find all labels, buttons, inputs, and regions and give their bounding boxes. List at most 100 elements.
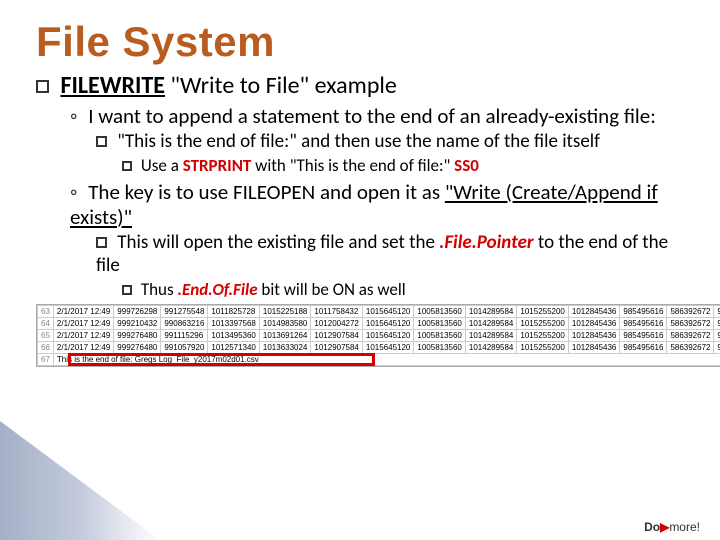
arrow-icon: ▶ [660,520,669,534]
row-timestamp: 2/1/2017 12:49 [53,306,113,318]
row-cell: 1013397568 [208,318,260,330]
cmd-filewrite: FILEWRITE [60,71,165,100]
text-mid: and open it as [315,179,445,205]
row-cell: 1014289584 [465,342,517,354]
var-endoffile: .End.Of.File [177,279,257,300]
row-cell: 1014983580 [259,318,311,330]
row-cell: 1014289584 [465,318,517,330]
row-cell: 1015645120 [362,330,414,342]
row-cell: 586392672 [667,306,714,318]
text-post: bit will be ON as well [258,279,406,300]
register-ss0: SS0 [454,155,479,176]
row-cell: 1012004272 [311,318,363,330]
row-timestamp: 2/1/2017 12:49 [53,330,113,342]
row-timestamp: 2/1/2017 12:49 [53,342,113,354]
cmd-strprint: STRPRINT [183,155,252,176]
bullet-text: "This is the end of file:" and then use … [117,130,600,153]
text-pre: The key is to use [88,179,233,205]
row-cell: 1015645120 [362,306,414,318]
row-cell: 999276480 [114,342,161,354]
row-cell: 978971584 [714,330,720,342]
row-cell: 1014289584 [465,306,517,318]
table-row: 662/1/2017 12:49999276480991057920101257… [38,342,720,354]
logo-do: Do [644,520,660,534]
bullet-end-of-file-string: "This is the end of file:" and then use … [96,131,684,154]
row-cell: 985495616 [620,330,667,342]
row-cell: 999276480 [114,330,161,342]
text-pre: Use a [141,155,183,176]
row-number: 67 [38,354,54,366]
bullet-filepointer: This will open the existing file and set… [96,232,684,278]
table-row: 652/1/2017 12:49999276480991115296101349… [38,330,720,342]
row-cell: 1005813560 [414,330,466,342]
square-bullet-icon [36,80,49,93]
row-cell: 1012845436 [568,342,620,354]
row-cell: 1015645120 [362,318,414,330]
row-cell: 978971584 [714,342,720,354]
row-cell: 978971584 [714,306,720,318]
row-cell: 978971584 [714,318,720,330]
circle-bullet-icon: ◦ [70,180,77,205]
square-bullet-icon [96,136,107,147]
row-cell: 1013495360 [208,330,260,342]
row-cell: 999210432 [114,318,161,330]
row-cell: 985495616 [620,306,667,318]
row-cell: 586392672 [667,342,714,354]
log-table: 632/1/2017 12:49999726298991275548101182… [36,304,720,367]
row-cell: 985495616 [620,342,667,354]
log-table-inner: 632/1/2017 12:49999726298991275548101182… [37,305,720,366]
square-bullet-icon [122,285,132,295]
text-mid: with "This is the end of file:" [251,155,454,176]
square-bullet-icon [96,237,107,248]
row-cell: 586392672 [667,330,714,342]
text-pre: This will open the existing file and set… [117,231,439,254]
row-cell: 1013633024 [259,342,311,354]
text-pre: Thus [141,279,178,300]
row-cell: 586392672 [667,318,714,330]
row-cell: 1015255200 [517,342,569,354]
row-cell: 991057920 [161,342,208,354]
row-cell: 1015645120 [362,342,414,354]
row-cell: 1014289584 [465,330,517,342]
table-row: 642/1/2017 12:49999210432990863216101339… [38,318,720,330]
table-row: 632/1/2017 12:49999726298991275548101182… [38,306,720,318]
row-timestamp: 2/1/2017 12:49 [53,318,113,330]
row-cell: 1012845436 [568,318,620,330]
square-bullet-icon [122,161,132,171]
bullet-append-intent: ◦ I want to append a statement to the en… [70,104,684,129]
headline-line: FILEWRITE "Write to File" example [36,72,684,100]
row-eof-text: This is the end of file: Gregs Log_File_… [53,354,720,366]
row-cell: 991115296 [161,330,208,342]
row-cell: 1012845436 [568,330,620,342]
bullet-fileopen-key: ◦ The key is to use FILEOPEN and open it… [70,180,684,230]
row-cell: 1012907584 [311,342,363,354]
row-number: 65 [38,330,54,342]
circle-bullet-icon: ◦ [70,104,77,129]
row-cell: 1005813560 [414,306,466,318]
row-cell: 1015255200 [517,330,569,342]
row-cell: 1005813560 [414,318,466,330]
slide: File System FILEWRITE "Write to File" ex… [0,0,720,540]
row-cell: 1012907584 [311,330,363,342]
bullet-text: I want to append a statement to the end … [88,103,656,129]
row-cell: 1012571340 [208,342,260,354]
highlight-box [68,353,375,366]
row-cell: 991275548 [161,306,208,318]
var-filepointer: .File.Pointer [439,231,533,254]
row-number: 64 [38,318,54,330]
row-cell: 1011758432 [311,306,363,318]
bullet-strprint-usage: Use a STRPRINT with "This is the end of … [122,156,684,176]
row-cell: 1015225188 [259,306,311,318]
row-cell: 1015255200 [517,306,569,318]
bullet-endoffile: Thus .End.Of.File bit will be ON as well [122,280,684,300]
row-number: 66 [38,342,54,354]
row-cell: 990863216 [161,318,208,330]
row-cell: 1012845436 [568,306,620,318]
row-cell: 1011825728 [208,306,260,318]
row-cell: 985495616 [620,318,667,330]
footer-logo: Do▶more! [644,520,700,534]
row-cell: 1005813560 [414,342,466,354]
row-cell: 1015255200 [517,318,569,330]
row-cell: 999726298 [114,306,161,318]
slide-title: File System [36,18,684,66]
